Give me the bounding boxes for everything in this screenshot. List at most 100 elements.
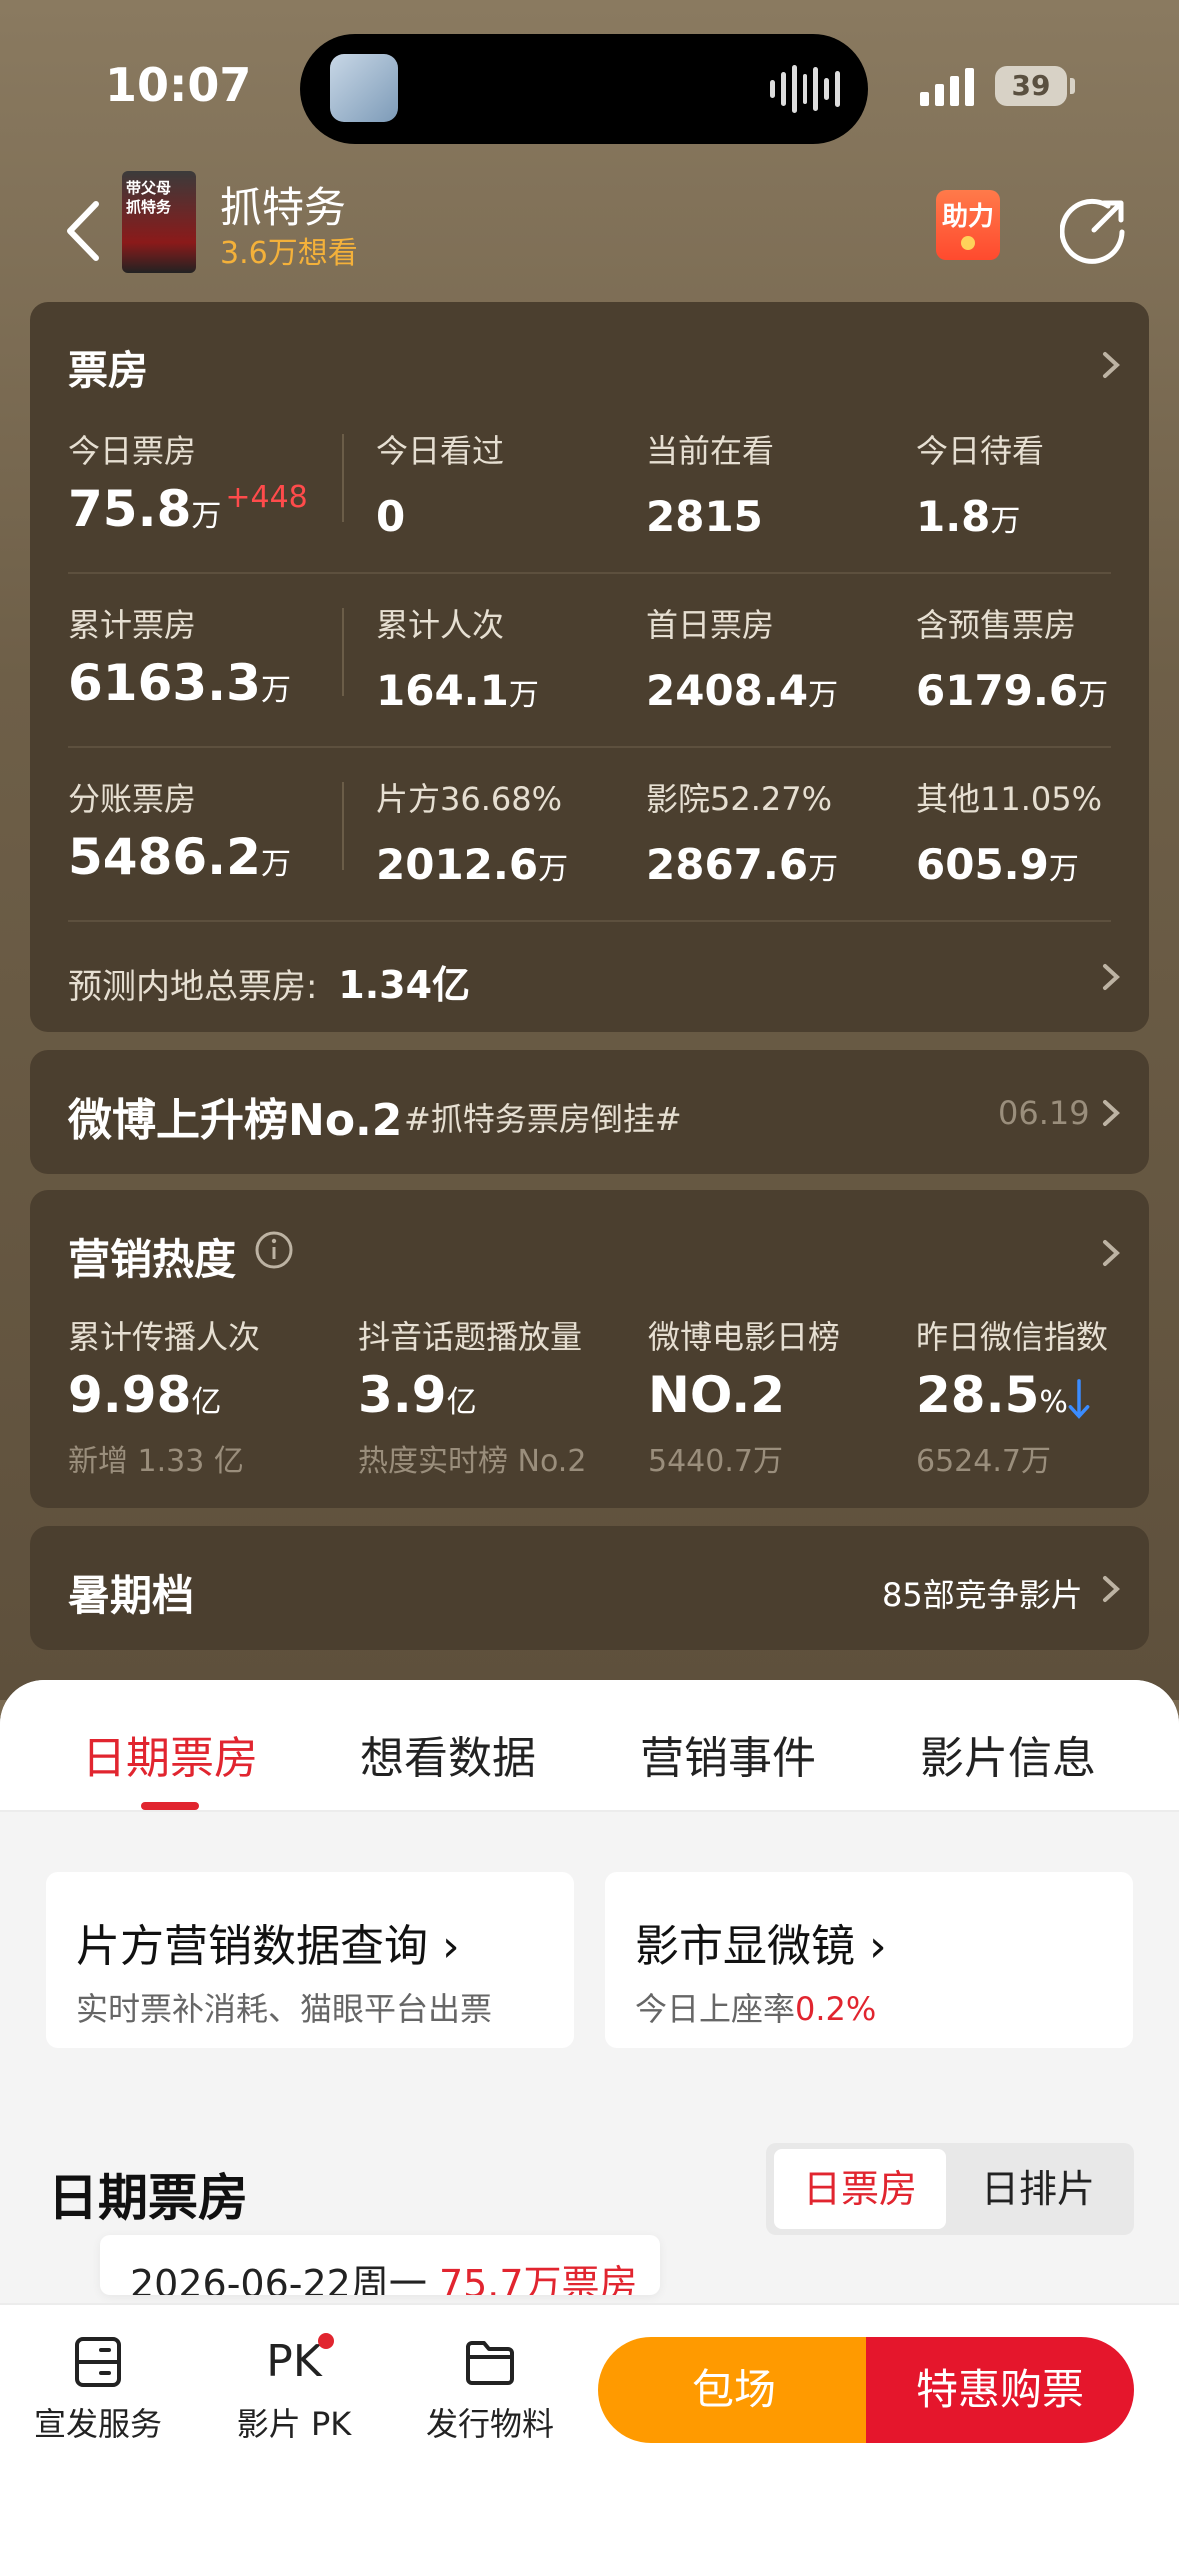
segment-daily-box-office[interactable]: 日票房: [774, 2149, 946, 2229]
assist-label: 助力: [941, 202, 994, 232]
movie-header: 带父母 抓特务 抓特务 3.6万想看 助力: [0, 168, 1179, 296]
marketing-value: 3.9亿: [358, 1366, 477, 1424]
weibo-rank-title: 微博上升榜No.2: [68, 1095, 403, 1146]
stat-label: 其他11.05%: [916, 780, 1103, 818]
bottom-item-label: 影片 PK: [236, 2405, 352, 2443]
stat-label: 片方36.68%: [376, 780, 563, 818]
chevron-right-icon[interactable]: [1098, 962, 1124, 992]
marketing-label: 累计传播人次: [68, 1318, 261, 1356]
dynamic-island[interactable]: [300, 34, 868, 144]
summer-title: 暑期档: [68, 1571, 195, 1620]
audio-wave-icon: [770, 62, 841, 116]
discount-ticket-button[interactable]: 特惠购票: [866, 2337, 1134, 2443]
market-microscope-card[interactable]: 影市显微镜 › 今日上座率0.2%: [605, 1872, 1133, 2048]
back-arrow-icon[interactable]: [58, 196, 108, 266]
pk-icon: PK: [266, 2333, 334, 2389]
distribution-materials-button[interactable]: 发行物料: [400, 2335, 580, 2445]
forecast-label: 预测内地总票房:: [68, 967, 318, 1007]
assist-coin-icon: [961, 236, 975, 250]
stat-value: 605.9万: [916, 840, 1079, 889]
stat-value: 0: [376, 492, 406, 541]
stat-label: 今日看过: [376, 432, 505, 470]
chevron-right-icon[interactable]: [1098, 1574, 1124, 1604]
marketing-sub: 新增 1.33 亿: [68, 1444, 244, 1479]
stat-value: 2408.4万: [646, 666, 839, 715]
chevron-right-icon[interactable]: [1098, 1238, 1124, 1268]
battery-indicator: 39: [995, 66, 1067, 106]
stat-label: 当前在看: [646, 432, 775, 470]
bottom-item-label: 发行物料: [425, 2405, 554, 2443]
divider: [342, 608, 344, 696]
tab-marketing-events[interactable]: 营销事件: [640, 1722, 816, 1786]
tab-movie-info[interactable]: 影片信息: [920, 1722, 1096, 1786]
notification-dot: [317, 2333, 334, 2349]
row-divider: [68, 920, 1111, 922]
active-tab-indicator: [141, 1802, 199, 1810]
battery-cap: [1070, 78, 1075, 94]
stat-label: 累计票房: [68, 606, 197, 644]
status-time: 10:07: [105, 58, 252, 112]
forecast-row[interactable]: 预测内地总票房: 1.34亿: [68, 954, 470, 1009]
marketing-label: 微博电影日榜: [648, 1318, 841, 1356]
bottom-item-label: 宣发服务: [33, 2405, 162, 2443]
today-delta: +448: [225, 480, 308, 515]
tool-desc: 今日上座率0.2%: [635, 1990, 877, 2028]
stat-value: 6179.6万: [916, 666, 1109, 715]
stat-value: 1.8万: [916, 492, 1021, 541]
marketing-data-query-card[interactable]: 片方营销数据查询 › 实时票补消耗、猫眼平台出票: [46, 1872, 574, 2048]
divider: [342, 782, 344, 870]
box-office-card[interactable]: 票房 今日票房 75.8万+448 今日看过 0 当前在看 2815 今日待看 …: [30, 302, 1149, 1032]
status-bar: 10:07 39: [0, 0, 1179, 170]
marketing-sub: 热度实时榜 No.2: [358, 1444, 587, 1479]
tab-bar: 日期票房 想看数据 营销事件 影片信息: [0, 1680, 1179, 1812]
chevron-right-icon[interactable]: [1098, 350, 1124, 380]
marketing-value: 9.98亿: [68, 1366, 222, 1424]
movie-pk-button[interactable]: PK 影片 PK: [204, 2333, 384, 2445]
service-box-icon: [75, 2337, 121, 2387]
stat-label: 影院52.27%: [646, 780, 833, 818]
stat-value: 164.1万: [376, 666, 539, 715]
tooltip-text: 2026-06-22周一 75.7万票房: [130, 2262, 638, 2295]
segment-daily-screenings[interactable]: 日排片: [952, 2149, 1124, 2229]
row-divider: [68, 572, 1111, 574]
marketing-value: 28.5%: [916, 1366, 1068, 1424]
row-divider: [68, 746, 1111, 748]
share-icon[interactable]: [1060, 194, 1130, 264]
occupancy-rate: 0.2%: [795, 1990, 877, 2028]
marketing-label: 昨日微信指数: [916, 1318, 1109, 1356]
stat-label: 分账票房: [68, 780, 197, 818]
marketing-heat-card[interactable]: 营销热度 累计传播人次 9.98亿 新增 1.33 亿 抖音话题播放量 3.9亿…: [30, 1190, 1149, 1508]
now-playing-thumbnail: [330, 54, 398, 122]
want-to-see-count: 3.6万想看: [220, 236, 358, 271]
publicity-service-button[interactable]: 宣发服务: [8, 2335, 188, 2445]
stat-value: 5486.2万: [68, 828, 291, 886]
marketing-title: 营销热度: [68, 1235, 237, 1284]
folder-icon: [466, 2341, 514, 2385]
marketing-label: 抖音话题播放量: [358, 1318, 583, 1356]
bottom-action-bar: 宣发服务 PK 影片 PK 发行物料 包场 特惠购票: [0, 2303, 1179, 2556]
movie-title: 抓特务: [220, 183, 347, 232]
stat-label: 今日票房: [68, 432, 197, 470]
charter-screening-button[interactable]: 包场: [598, 2337, 870, 2443]
tool-desc: 实时票补消耗、猫眼平台出票: [76, 1990, 493, 2028]
movie-poster[interactable]: 带父母 抓特务: [122, 171, 196, 273]
stat-label: 今日待看: [916, 432, 1045, 470]
marketing-value: NO.2: [648, 1366, 786, 1424]
weibo-rank-card[interactable]: 微博上升榜No.2 #抓特务票房倒挂# 06.19: [30, 1050, 1149, 1174]
marketing-sub: 6524.7万: [916, 1444, 1051, 1479]
summer-season-card[interactable]: 暑期档 85部竞争影片: [30, 1526, 1149, 1650]
tab-want-to-see[interactable]: 想看数据: [360, 1722, 536, 1786]
stat-value: 2012.6万: [376, 840, 569, 889]
date-tooltip-card: 2026-06-22周一 75.7万票房: [100, 2235, 660, 2295]
chevron-right-icon[interactable]: [1098, 1098, 1124, 1128]
stat-label: 含预售票房: [916, 606, 1077, 644]
poster-title-text: 带父母 抓特务: [126, 179, 172, 216]
tool-title: 片方营销数据查询 ›: [76, 1921, 460, 1972]
stat-value: 6163.3万: [68, 654, 291, 712]
info-icon[interactable]: [254, 1230, 294, 1270]
box-office-title: 票房: [68, 348, 148, 394]
weibo-date: 06.19: [998, 1094, 1090, 1132]
tab-date-box-office[interactable]: 日期票房: [82, 1722, 258, 1786]
assist-button[interactable]: 助力: [936, 190, 1000, 260]
forecast-value: 1.34亿: [338, 963, 471, 1007]
